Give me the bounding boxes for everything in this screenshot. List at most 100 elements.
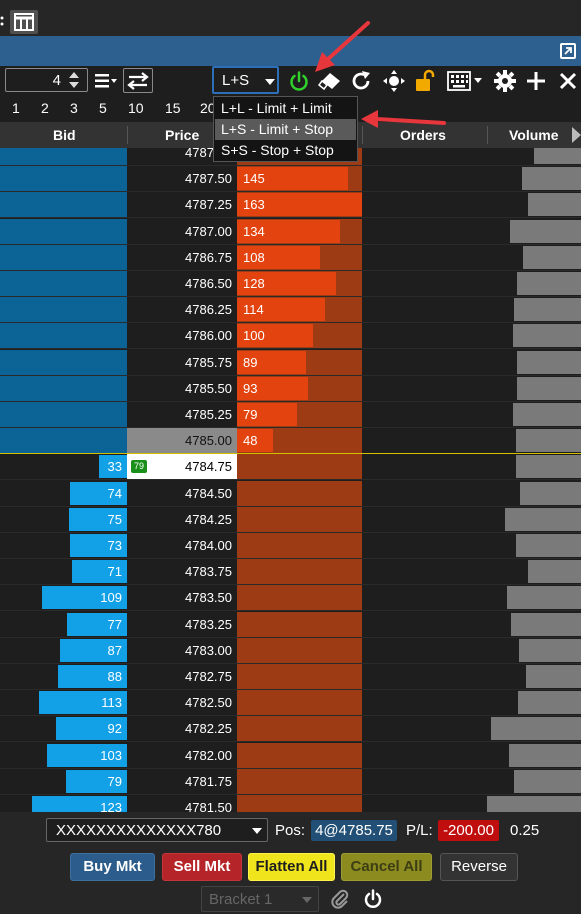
orders-cell[interactable] [362,638,487,663]
bracket-select[interactable]: Bracket 1 [201,886,319,912]
flatten-all-button[interactable]: Flatten All [248,853,335,881]
bid-cell[interactable] [0,148,127,165]
ladder-row[interactable]: 123 4781.50 [0,795,581,812]
ask-cell[interactable] [237,585,362,610]
ladder-row[interactable]: 103 4782.00 [0,743,581,769]
orders-cell[interactable] [362,533,487,558]
header-price[interactable]: Price [165,127,199,143]
bid-cell[interactable] [0,297,127,322]
quantity-stepper-icon[interactable] [67,70,81,90]
price-cell[interactable]: 4786.75 [127,245,237,270]
ladder-row[interactable]: 4787.00 134 [0,219,581,245]
bid-cell[interactable]: 79 [0,769,127,794]
bid-cell[interactable] [0,219,127,244]
bid-cell[interactable]: 73 [0,533,127,558]
ladder-row[interactable]: 71 4783.75 [0,559,581,585]
ask-cell[interactable] [237,690,362,715]
bid-cell[interactable] [0,402,127,427]
price-cell[interactable]: 4785.00 [127,428,237,453]
dropdown-option-ll[interactable]: L+L - Limit + Limit [215,98,356,119]
size-preset-3[interactable]: 3 [70,100,78,116]
orders-cell[interactable] [362,428,487,453]
price-cell[interactable]: 4785.25 [127,402,237,427]
orders-cell[interactable] [362,297,487,322]
size-preset-2[interactable]: 2 [41,100,49,116]
bid-cell[interactable]: 113 [0,690,127,715]
ladder-row[interactable]: 79 4781.75 [0,769,581,795]
ask-cell[interactable]: 93 [237,376,362,401]
close-icon[interactable] [558,71,578,91]
price-cell[interactable]: 4782.75 [127,664,237,689]
price-cell[interactable]: 4785.75 [127,350,237,375]
ask-cell[interactable]: 163 [237,192,362,217]
price-cell[interactable]: 4782.00 [127,743,237,768]
ladder-row[interactable]: 74 4784.50 [0,481,581,507]
orders-cell[interactable] [362,271,487,296]
orders-cell[interactable] [362,402,487,427]
price-ladder[interactable]: 4787.75 4787.50 145 4787.25 163 4787.00 134 478… [0,148,581,812]
quantity-input[interactable]: 4 [5,68,88,92]
ladder-row[interactable]: 77 4783.25 [0,612,581,638]
ask-cell[interactable] [237,743,362,768]
ladder-row[interactable]: 4787.50 145 [0,166,581,192]
ask-cell[interactable] [237,559,362,584]
orders-cell[interactable] [362,245,487,270]
power-icon[interactable] [363,889,383,909]
price-cell[interactable]: 4784.00 [127,533,237,558]
swap-icon[interactable] [123,68,153,93]
ask-cell[interactable]: 108 [237,245,362,270]
gear-icon[interactable] [494,70,516,92]
size-preset-1[interactable]: 1 [12,100,20,116]
cancel-all-button[interactable]: Cancel All [341,853,432,881]
ladder-row[interactable]: 75 4784.25 [0,507,581,533]
ask-cell[interactable]: 128 [237,271,362,296]
ask-cell[interactable]: 114 [237,297,362,322]
ask-cell[interactable] [237,533,362,558]
list-menu-icon[interactable] [94,71,118,91]
ask-cell[interactable] [237,664,362,689]
price-cell[interactable]: 4784.25 [127,507,237,532]
bid-cell[interactable]: 77 [0,612,127,637]
dropdown-option-ss[interactable]: S+S - Stop + Stop [215,140,356,161]
bid-cell[interactable] [0,271,127,296]
orders-cell[interactable] [362,585,487,610]
orders-cell[interactable] [362,716,487,741]
ladder-row[interactable]: 4786.00 100 [0,323,581,349]
orders-cell[interactable] [362,454,487,479]
ask-cell[interactable] [237,507,362,532]
ladder-row[interactable]: 4786.75 108 [0,245,581,271]
orders-cell[interactable] [362,166,487,191]
bid-cell[interactable]: 33 [0,454,127,479]
bracket-mode-select[interactable]: L+S [212,66,279,94]
plus-icon[interactable] [526,71,546,91]
ladder-row[interactable]: 4785.75 89 [0,350,581,376]
account-select[interactable]: XXXXXXXXXXXXXX780 [46,818,268,842]
ask-cell[interactable]: 134 [237,219,362,244]
price-cell[interactable]: 4787.25 [127,192,237,217]
ladder-row[interactable]: 109 4783.50 [0,585,581,611]
bid-cell[interactable] [0,323,127,348]
orders-cell[interactable] [362,795,487,812]
orders-cell[interactable] [362,148,487,165]
orders-cell[interactable] [362,769,487,794]
orders-cell[interactable] [362,376,487,401]
size-preset-5[interactable]: 5 [99,100,107,116]
recenter-icon[interactable] [382,69,406,93]
keypad-icon[interactable] [446,70,486,92]
price-cell[interactable]: 4786.50 [127,271,237,296]
orders-cell[interactable] [362,481,487,506]
bid-cell[interactable] [0,376,127,401]
bid-cell[interactable]: 103 [0,743,127,768]
price-cell[interactable]: 4781.75 [127,769,237,794]
ask-cell[interactable] [237,454,362,479]
bid-cell[interactable] [0,245,127,270]
price-cell[interactable]: 4786.00 [127,323,237,348]
ladder-row[interactable]: 4785.25 79 [0,402,581,428]
ladder-row[interactable]: 92 4782.25 [0,716,581,742]
price-cell[interactable]: 4783.25 [127,612,237,637]
bid-cell[interactable]: 123 [0,795,127,812]
ask-cell[interactable] [237,638,362,663]
bid-cell[interactable]: 88 [0,664,127,689]
bid-cell[interactable]: 75 [0,507,127,532]
price-cell[interactable]: 4782.25 [127,716,237,741]
